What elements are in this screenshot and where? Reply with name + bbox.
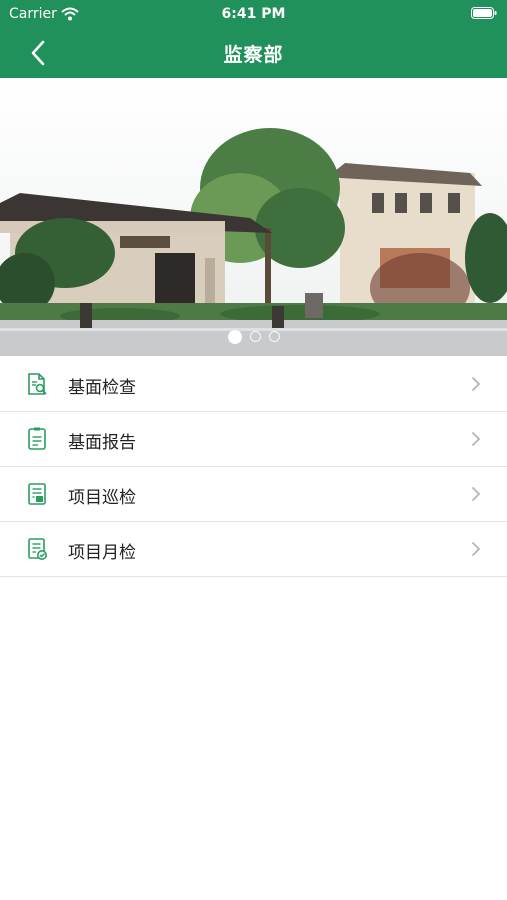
menu-item-label: 项目月检 bbox=[68, 543, 136, 563]
inspection-search-icon bbox=[28, 373, 47, 395]
report-document-icon bbox=[28, 427, 46, 450]
menu-item-label: 项目巡检 bbox=[68, 488, 136, 508]
menu-item-label: 基面检查 bbox=[68, 378, 136, 398]
chevron-right-icon bbox=[472, 377, 481, 391]
menu-item-inspection[interactable]: 基面检查 bbox=[0, 357, 507, 412]
banner-carousel[interactable] bbox=[0, 78, 507, 356]
menu-list: 基面检查 基面报告 项目巡检 项目月检 bbox=[0, 357, 507, 577]
banner-image bbox=[0, 78, 507, 356]
menu-item-label: 基面报告 bbox=[68, 433, 136, 453]
menu-item-report[interactable]: 基面报告 bbox=[0, 412, 507, 467]
battery-icon bbox=[471, 7, 497, 19]
chevron-right-icon bbox=[472, 432, 481, 446]
carousel-dot-3[interactable] bbox=[268, 331, 280, 342]
carousel-page-indicator bbox=[0, 330, 507, 344]
status-bar: Carrier 6:41 PM bbox=[0, 0, 507, 28]
page-title: 监察部 bbox=[223, 44, 284, 66]
carousel-dot-1[interactable] bbox=[227, 330, 242, 344]
chevron-right-icon bbox=[472, 487, 481, 501]
monthly-check-icon bbox=[28, 538, 47, 560]
menu-item-monthly-check[interactable]: 项目月检 bbox=[0, 522, 507, 577]
carousel-dot-2[interactable] bbox=[249, 331, 261, 342]
chevron-right-icon bbox=[472, 542, 481, 556]
menu-item-patrol[interactable]: 项目巡检 bbox=[0, 467, 507, 522]
patrol-checklist-icon bbox=[28, 483, 46, 505]
navigation-bar: 监察部 bbox=[0, 28, 507, 78]
status-time: 6:41 PM bbox=[221, 6, 286, 22]
